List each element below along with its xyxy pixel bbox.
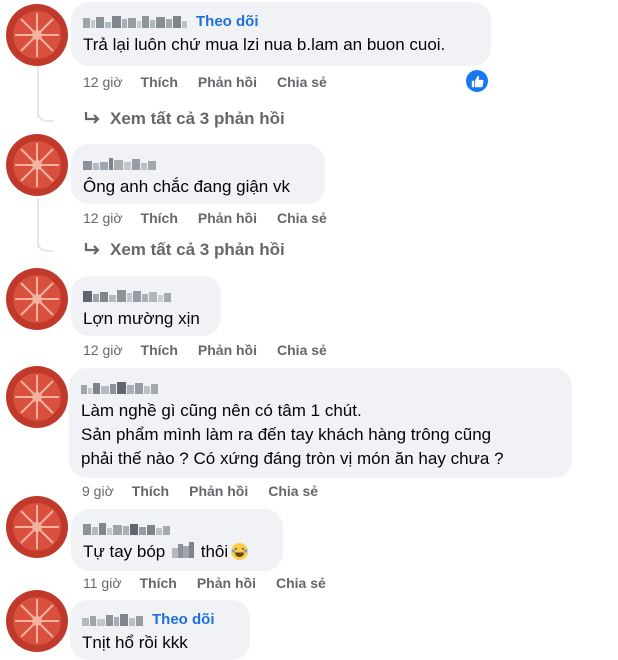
comment-bubble: Theo dõi Tnịt hổ rồi kkk bbox=[70, 600, 250, 660]
reply-arrow-icon bbox=[84, 243, 100, 255]
reply-button[interactable]: Phản hồi bbox=[198, 342, 257, 358]
avatar[interactable] bbox=[6, 496, 68, 558]
reply-button[interactable]: Phản hồi bbox=[197, 575, 256, 591]
laughing-emoji-icon bbox=[231, 543, 249, 560]
avatar[interactable] bbox=[6, 4, 68, 66]
comment-actions: 12 giờ Thích Phản hồi Chia sẻ bbox=[83, 208, 347, 228]
comment-text-line: Làm nghề gì cũng nên có tâm 1 chút. bbox=[81, 401, 362, 420]
comment-text-line: phải thế nào ? Có xứng đáng tròn vị món … bbox=[81, 449, 504, 468]
share-button[interactable]: Chia sẻ bbox=[277, 210, 327, 226]
author-name[interactable] bbox=[82, 612, 144, 626]
comment-text: Tự tay bóp thôi bbox=[83, 540, 271, 565]
comment-bubble: Ông anh chắc đang giận vk bbox=[71, 144, 325, 204]
like-button[interactable]: Thích bbox=[132, 483, 169, 499]
share-button[interactable]: Chia sẻ bbox=[277, 74, 327, 90]
comment-bubble: Lợn mường xịn bbox=[71, 276, 221, 336]
like-button[interactable]: Thích bbox=[141, 74, 178, 90]
comment-actions: 12 giờ Thích Phản hồi Chia sẻ bbox=[83, 72, 347, 92]
author-name[interactable] bbox=[83, 288, 172, 302]
comment-text-before: Tự tay bóp bbox=[83, 542, 166, 561]
comment-actions: 11 giờ Thích Phản hồi Chia sẻ bbox=[83, 573, 346, 593]
comment-actions: 9 giờ Thích Phản hồi Chia sẻ bbox=[82, 481, 338, 501]
author-name[interactable] bbox=[83, 14, 188, 28]
comment-time[interactable]: 12 giờ bbox=[83, 210, 123, 226]
comment-text: Tnịt hổ rồi kkk bbox=[82, 633, 188, 652]
reply-button[interactable]: Phản hồi bbox=[189, 483, 248, 499]
comment-actions: 12 giờ Thích Phản hồi Chia sẻ bbox=[83, 340, 347, 360]
comment-bubble: Tự tay bóp thôi bbox=[71, 509, 283, 571]
like-reaction-badge[interactable] bbox=[466, 70, 488, 92]
see-all-replies-link[interactable]: Xem tất cả 3 phản hồi bbox=[84, 238, 285, 262]
follow-link[interactable]: Theo dõi bbox=[152, 611, 215, 628]
comment-text: Trả lại luôn chứ mua lzi nua b.lam an bu… bbox=[83, 35, 446, 54]
comment-bubble: Làm nghề gì cũng nên có tâm 1 chút. Sản … bbox=[69, 368, 572, 478]
avatar[interactable] bbox=[6, 134, 68, 196]
like-button[interactable]: Thích bbox=[141, 210, 178, 226]
see-all-replies-link[interactable]: Xem tất cả 3 phản hồi bbox=[84, 107, 285, 131]
follow-link[interactable]: Theo dõi bbox=[196, 13, 259, 30]
comment-text: Lợn mường xịn bbox=[83, 309, 200, 328]
comment-text-line: Sản phẩm mình làm ra đến tay khách hàng … bbox=[81, 425, 492, 444]
share-button[interactable]: Chia sẻ bbox=[276, 575, 326, 591]
thread-curve bbox=[37, 234, 53, 252]
reply-arrow-icon bbox=[84, 112, 100, 124]
comment-text-after: thôi bbox=[200, 542, 229, 561]
redacted-word bbox=[172, 541, 194, 565]
share-button[interactable]: Chia sẻ bbox=[268, 483, 318, 499]
author-name[interactable] bbox=[83, 156, 157, 170]
see-replies-label: Xem tất cả 3 phản hồi bbox=[110, 240, 285, 259]
avatar[interactable] bbox=[6, 268, 68, 330]
reply-button[interactable]: Phản hồi bbox=[198, 210, 257, 226]
author-name[interactable] bbox=[81, 380, 159, 394]
comment-time[interactable]: 12 giờ bbox=[83, 74, 123, 90]
share-button[interactable]: Chia sẻ bbox=[277, 342, 327, 358]
comment-time[interactable]: 11 giờ bbox=[83, 575, 122, 591]
thread-curve bbox=[37, 104, 53, 122]
author-name[interactable] bbox=[83, 521, 171, 535]
avatar[interactable] bbox=[6, 590, 68, 652]
comment-text: Ông anh chắc đang giận vk bbox=[83, 177, 290, 196]
comment-time[interactable]: 9 giờ bbox=[82, 483, 114, 499]
avatar[interactable] bbox=[6, 366, 68, 428]
like-button[interactable]: Thích bbox=[140, 575, 177, 591]
reply-button[interactable]: Phản hồi bbox=[198, 74, 257, 90]
like-button[interactable]: Thích bbox=[141, 342, 178, 358]
like-icon bbox=[471, 75, 484, 87]
comment-time[interactable]: 12 giờ bbox=[83, 342, 123, 358]
see-replies-label: Xem tất cả 3 phản hồi bbox=[110, 109, 285, 128]
comment-bubble: Theo dõi Trả lại luôn chứ mua lzi nua b.… bbox=[71, 2, 491, 66]
